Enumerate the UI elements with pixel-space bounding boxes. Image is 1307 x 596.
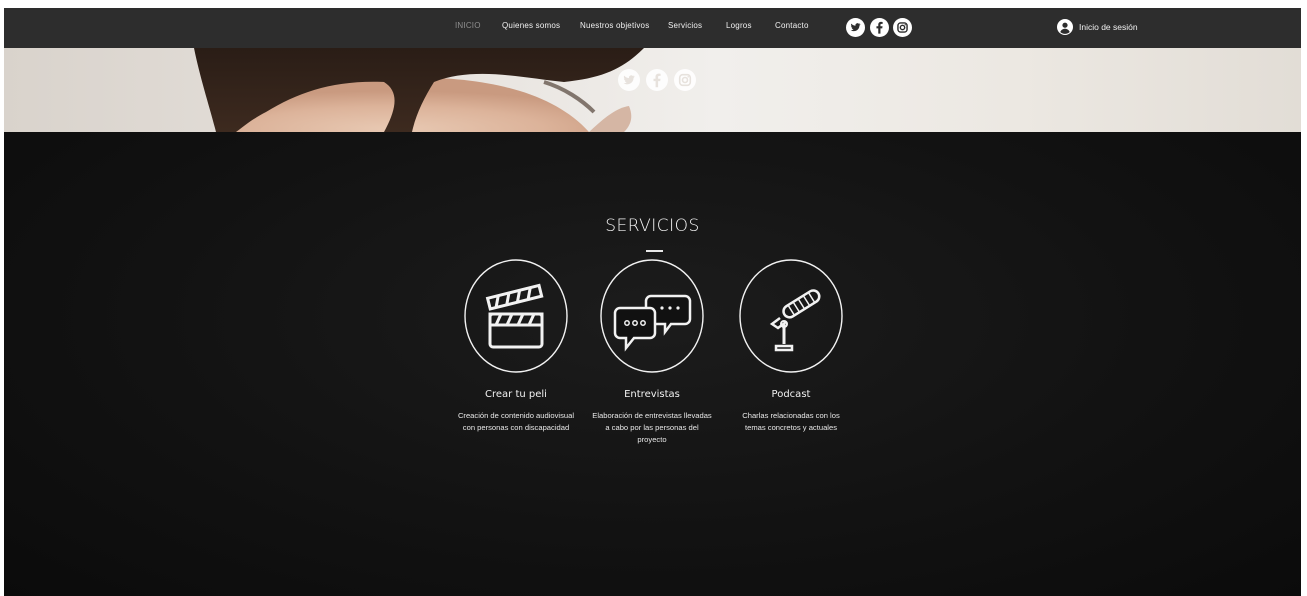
service-card-podcast: Podcast Charlas relacionadas con los tem… <box>726 258 856 434</box>
service-title[interactable]: Podcast <box>726 389 856 400</box>
page-frame: INICIO Quienes somos Nuestros objetivos … <box>4 8 1301 596</box>
service-title[interactable]: Entrevistas <box>587 389 717 400</box>
service-card-crear-tu-peli: Crear tu peli Creación de contenido audi… <box>451 258 581 434</box>
user-icon <box>1057 19 1073 35</box>
service-description: Charlas relacionadas con los temas concr… <box>742 411 840 432</box>
clapperboard-icon[interactable] <box>463 258 569 374</box>
instagram-icon[interactable] <box>674 69 696 91</box>
nav-item-contacto[interactable]: Contacto <box>775 21 809 30</box>
services-section: SERVICIOS Crear tu peli Creación de cont… <box>4 132 1301 596</box>
services-title: SERVICIOS <box>605 216 700 236</box>
title-divider <box>646 250 663 252</box>
microphone-icon[interactable] <box>738 258 844 374</box>
twitter-icon[interactable] <box>618 69 640 91</box>
nav-item-inicio[interactable]: INICIO <box>455 21 481 30</box>
service-description: Creación de contenido audiovisual con pe… <box>457 411 575 432</box>
chat-bubbles-icon[interactable] <box>599 258 705 374</box>
twitter-icon[interactable] <box>846 18 865 37</box>
facebook-icon[interactable] <box>870 18 889 37</box>
service-title[interactable]: Crear tu peli <box>451 389 581 400</box>
nav-item-nuestros-objetivos[interactable]: Nuestros objetivos <box>580 21 649 30</box>
hero-banner <box>4 48 1301 132</box>
nav-item-quienes-somos[interactable]: Quienes somos <box>502 21 560 30</box>
nav-item-logros[interactable]: Logros <box>726 21 752 30</box>
top-navigation-bar: INICIO Quienes somos Nuestros objetivos … <box>4 8 1301 48</box>
service-description: Elaboración de entrevistas llevadas a ca… <box>592 411 712 444</box>
facebook-icon[interactable] <box>646 69 668 91</box>
nav-item-servicios[interactable]: Servicios <box>668 21 702 30</box>
instagram-icon[interactable] <box>893 18 912 37</box>
login-button[interactable]: Inicio de sesión <box>1057 19 1138 35</box>
service-card-entrevistas: Entrevistas Elaboración de entrevistas l… <box>587 258 717 446</box>
login-label: Inicio de sesión <box>1079 22 1138 32</box>
